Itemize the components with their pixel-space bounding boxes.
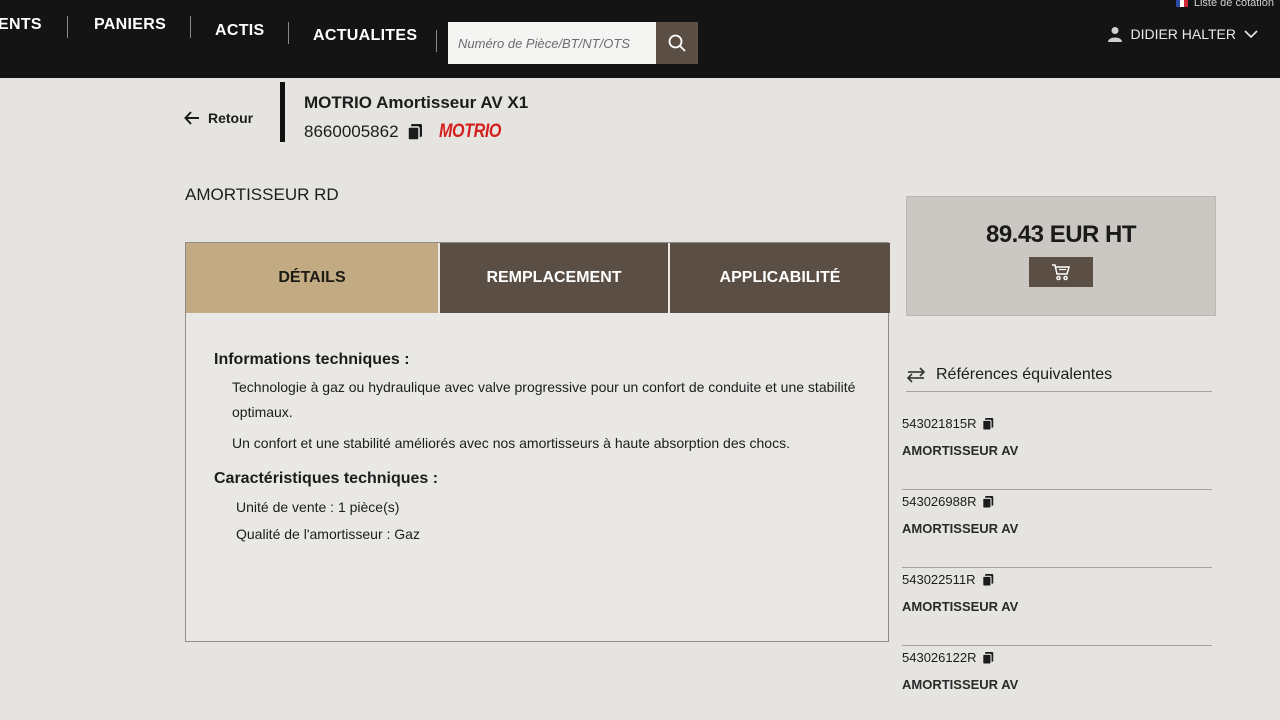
- list-item: 543022511R AMORTISSEUR AV: [902, 568, 1212, 646]
- technical-info-paragraph: Un confort et une stabilité améliorés av…: [232, 435, 790, 451]
- copy-icon[interactable]: [982, 417, 994, 431]
- price-value: 89.43 EUR HT: [985, 221, 1137, 248]
- equivalent-references-title: Références équivalentes: [936, 365, 1113, 383]
- user-name: DIDIER HALTER: [1130, 26, 1236, 42]
- copy-icon[interactable]: [982, 651, 994, 665]
- nav-item-actis[interactable]: ACTIS: [215, 22, 265, 40]
- part-number-row: 8660005862 MOTRIO: [304, 121, 512, 143]
- cotation-list-link[interactable]: Liste de cotation: [1175, 0, 1274, 9]
- equivalent-name: AMORTISSEUR AV: [902, 599, 1019, 614]
- nav-separator: [288, 22, 289, 44]
- arrow-left-icon: [184, 111, 199, 125]
- nav-separator: [190, 16, 191, 38]
- equivalent-ref[interactable]: 543026988R: [902, 490, 1212, 509]
- nav-separator: [67, 16, 68, 38]
- equivalent-ref-number: 543026988R: [902, 494, 977, 509]
- add-to-cart-button[interactable]: [1029, 257, 1093, 287]
- copy-icon[interactable]: [406, 123, 423, 141]
- spec-shock-quality: Qualité de l'amortisseur : Gaz: [236, 526, 420, 542]
- equivalent-ref-number: 543022511R: [902, 572, 976, 587]
- technical-info-title: Informations techniques :: [214, 351, 410, 368]
- nav-item-paniers[interactable]: PANIERS: [94, 16, 166, 34]
- search-icon: [668, 34, 686, 52]
- price-box: 89.43 EUR HT: [906, 196, 1216, 316]
- equivalent-name: AMORTISSEUR AV: [902, 521, 1019, 536]
- user-menu[interactable]: DIDIER HALTER: [1108, 26, 1258, 42]
- equivalent-name: AMORTISSEUR AV: [902, 677, 1019, 692]
- copy-icon[interactable]: [982, 495, 994, 509]
- nav-item-documents[interactable]: ENTS: [0, 16, 42, 34]
- search-input[interactable]: [448, 22, 656, 64]
- search-button[interactable]: [656, 22, 698, 64]
- part-description: AMORTISSEUR RD: [185, 185, 339, 204]
- details-content: Informations techniques : Technologie à …: [186, 313, 888, 548]
- brand-logo: MOTRIO: [438, 121, 501, 142]
- top-navigation-bar: ENTS PANIERS ACTIS ACTUALITES Liste de c…: [0, 0, 1280, 78]
- cotation-label: Liste de cotation: [1193, 0, 1274, 9]
- equivalent-ref[interactable]: 543021815R: [902, 412, 1212, 431]
- part-number: 8660005862: [304, 122, 399, 141]
- nav-separator: [436, 30, 437, 52]
- list-item: 543021815R AMORTISSEUR AV: [902, 412, 1212, 490]
- technical-info-paragraph: Technologie à gaz ou hydraulique avec va…: [232, 379, 856, 420]
- header-divider: [280, 82, 285, 142]
- details-panel: DÉTAILS REMPLACEMENT APPLICABILITÉ Infor…: [185, 242, 890, 642]
- back-link[interactable]: Retour: [184, 110, 253, 126]
- swap-icon: [906, 366, 926, 383]
- equivalent-name: AMORTISSEUR AV: [902, 443, 1019, 458]
- equivalent-references-list: 543021815R AMORTISSEUR AV 543026988R AMO…: [902, 412, 1212, 720]
- list-item: 543026122R AMORTISSEUR AV: [902, 646, 1212, 720]
- list-item: 543026988R AMORTISSEUR AV: [902, 490, 1212, 568]
- tab-details[interactable]: DÉTAILS: [186, 243, 440, 313]
- nav-item-actualites[interactable]: ACTUALITES: [313, 27, 417, 45]
- equivalent-ref[interactable]: 543026122R: [902, 646, 1212, 665]
- equivalent-references-header: Références équivalentes: [906, 358, 1212, 392]
- back-label: Retour: [208, 110, 254, 126]
- product-title: MOTRIO Amortisseur AV X1: [304, 93, 529, 112]
- technical-specs-title: Caractéristiques techniques :: [214, 470, 439, 487]
- user-icon: [1108, 27, 1123, 42]
- tab-applicabilite[interactable]: APPLICABILITÉ: [670, 243, 890, 313]
- equivalent-ref-number: 543021815R: [902, 416, 977, 431]
- tab-bar: DÉTAILS REMPLACEMENT APPLICABILITÉ: [186, 243, 890, 313]
- copy-icon[interactable]: [981, 573, 994, 587]
- spec-sale-unit: Unité de vente : 1 pièce(s): [236, 499, 400, 515]
- chevron-down-icon: [1244, 30, 1258, 39]
- cart-icon: [1052, 264, 1070, 281]
- equivalent-ref-number: 543026122R: [902, 650, 977, 665]
- equivalent-ref[interactable]: 543022511R: [902, 568, 1212, 587]
- flag-icon: [1175, 0, 1188, 7]
- tab-remplacement[interactable]: REMPLACEMENT: [440, 243, 670, 313]
